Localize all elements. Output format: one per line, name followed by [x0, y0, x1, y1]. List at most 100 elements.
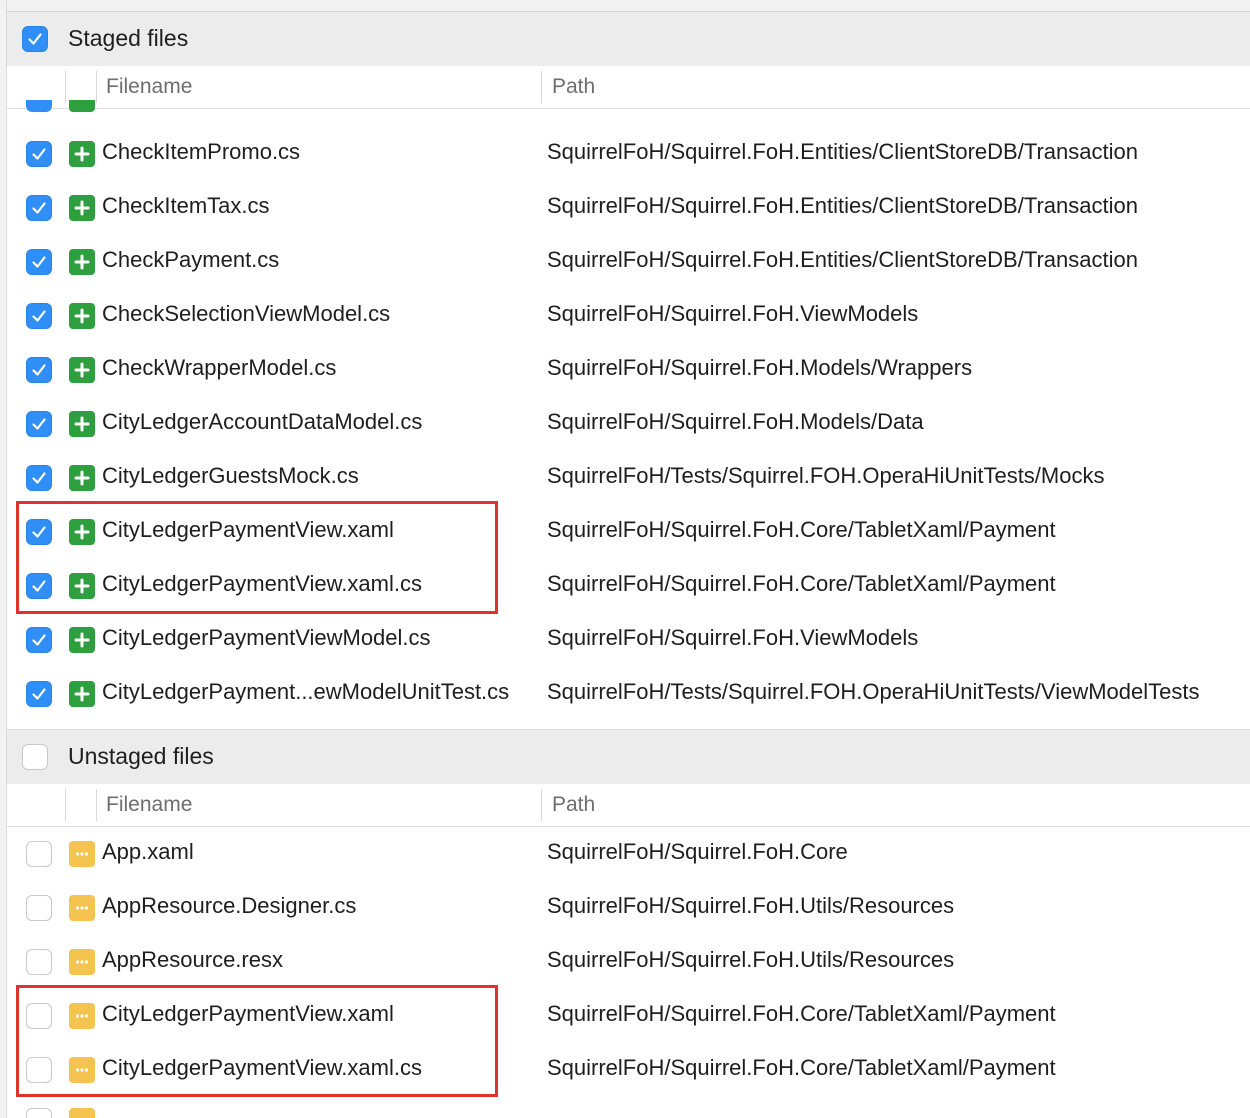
top-strip: [0, 0, 1250, 12]
partial-modified-badge: [69, 1108, 95, 1118]
file-path: SquirrelFoH/Tests/Squirrel.FOH.OperaHiUn…: [547, 679, 1200, 704]
checkmark-icon: [32, 148, 46, 160]
ellipsis-icon: [75, 852, 89, 856]
column-separator: [541, 71, 542, 103]
unstaged-select-all-checkbox[interactable]: [22, 744, 48, 770]
plus-icon: [74, 686, 90, 702]
file-path: SquirrelFoH/Squirrel.FoH.Utils/Resources: [547, 893, 955, 918]
plus-icon: [74, 254, 90, 270]
unstaged-highlight-box: [16, 985, 498, 1097]
added-status-icon: [69, 681, 95, 707]
file-name: CheckItemPromo.cs: [102, 139, 301, 164]
file-path: SquirrelFoH/Squirrel.FoH.Models/Data: [547, 409, 924, 434]
file-name: CheckPayment.cs: [102, 247, 280, 272]
file-path: SquirrelFoH/Squirrel.FoH.Entities/Client…: [547, 193, 1138, 218]
file-checkbox[interactable]: [26, 411, 52, 437]
staged-section-header: Staged files: [7, 12, 1250, 67]
file-path: SquirrelFoH/Squirrel.FoH.ViewModels: [547, 301, 919, 326]
plus-icon: [74, 416, 90, 432]
file-row[interactable]: CheckItemTax.cs SquirrelFoH/Squirrel.FoH.…: [7, 181, 1250, 235]
file-path: SquirrelFoH/Squirrel.FoH.Models/Wrappers: [547, 355, 973, 380]
column-separator: [541, 789, 542, 821]
file-row[interactable]: App.xaml SquirrelFoH/Squirrel.FoH.Core: [7, 827, 1250, 881]
plus-icon: [74, 362, 90, 378]
checkmark-icon: [32, 364, 46, 376]
file-checkbox[interactable]: [26, 841, 52, 867]
unstaged-section-header: Unstaged files: [7, 729, 1250, 785]
file-path: SquirrelFoH/Squirrel.FoH.Core: [547, 839, 848, 864]
staged-path-column-header[interactable]: Path: [552, 75, 595, 99]
file-name: CheckItemTax.cs: [102, 193, 270, 218]
checkmark-icon: [32, 202, 46, 214]
file-path: SquirrelFoH/Squirrel.FoH.Core/TabletXaml…: [547, 1001, 1056, 1026]
file-row[interactable]: CityLedgerPaymentViewModel.cs SquirrelFoH…: [7, 613, 1250, 667]
unstaged-section-title: Unstaged files: [68, 743, 214, 769]
file-path: SquirrelFoH/Squirrel.FoH.Utils/Resources: [547, 947, 955, 972]
checkmark-icon: [32, 472, 46, 484]
plus-icon: [74, 200, 90, 216]
file-name: CityLedgerAccountDataModel.cs: [102, 409, 423, 434]
checkmark-icon: [32, 634, 46, 646]
unstaged-path-column-header[interactable]: Path: [552, 793, 595, 817]
file-row[interactable]: AppResource.resx SquirrelFoH/Squirrel.FoH…: [7, 935, 1250, 989]
staged-partial-row: [7, 100, 1250, 114]
file-row[interactable]: CheckPayment.cs SquirrelFoH/Squirrel.FoH.…: [7, 235, 1250, 289]
partial-added-badge: [69, 100, 95, 112]
unstaged-filename-column-header[interactable]: Filename: [106, 793, 192, 817]
plus-icon: [74, 632, 90, 648]
modified-status-icon: [69, 949, 95, 975]
left-edge: [0, 0, 7, 1118]
file-row[interactable]: CheckSelectionViewModel.cs SquirrelFoH/Sq…: [7, 289, 1250, 343]
file-row[interactable]: CityLedgerGuestsMock.cs SquirrelFoH/Tests…: [7, 451, 1250, 505]
file-name: CityLedgerPaymentViewModel.cs: [102, 625, 431, 650]
file-checkbox[interactable]: [26, 141, 52, 167]
added-status-icon: [69, 465, 95, 491]
staged-filename-column-header[interactable]: Filename: [106, 75, 192, 99]
file-row[interactable]: CityLedgerAccountDataModel.cs SquirrelFoH…: [7, 397, 1250, 451]
file-checkbox[interactable]: [26, 681, 52, 707]
file-checkbox[interactable]: [26, 195, 52, 221]
column-separator: [96, 789, 97, 821]
file-path: SquirrelFoH/Squirrel.FoH.Entities/Client…: [547, 139, 1138, 164]
added-status-icon: [69, 411, 95, 437]
file-name: CheckWrapperModel.cs: [102, 355, 337, 380]
partial-checkbox: [26, 100, 52, 112]
checkmark-icon: [32, 256, 46, 268]
added-status-icon: [69, 627, 95, 653]
checkmark-icon: [28, 33, 42, 45]
modified-status-icon: [69, 895, 95, 921]
checkmark-icon: [32, 310, 46, 322]
plus-icon: [74, 308, 90, 324]
file-checkbox[interactable]: [26, 627, 52, 653]
file-path: SquirrelFoH/Squirrel.FoH.Core/TabletXaml…: [547, 571, 1056, 596]
file-checkbox[interactable]: [26, 465, 52, 491]
unstaged-partial-row: [7, 1106, 1250, 1118]
file-row[interactable]: CheckWrapperModel.cs SquirrelFoH/Squirrel…: [7, 343, 1250, 397]
ellipsis-icon: [75, 906, 89, 910]
column-separator: [96, 71, 97, 103]
file-checkbox[interactable]: [26, 249, 52, 275]
added-status-icon: [69, 357, 95, 383]
file-name: CityLedgerPayment...ewModelUnitTest.cs: [102, 679, 510, 704]
file-checkbox[interactable]: [26, 949, 52, 975]
file-row[interactable]: CheckItemPromo.cs SquirrelFoH/Squirrel.Fo…: [7, 127, 1250, 181]
file-path: SquirrelFoH/Squirrel.FoH.Core/TabletXaml…: [547, 517, 1056, 542]
file-name: CityLedgerGuestsMock.cs: [102, 463, 359, 488]
plus-icon: [74, 470, 90, 486]
staged-select-all-checkbox[interactable]: [22, 26, 48, 52]
ellipsis-icon: [75, 960, 89, 964]
plus-icon: [74, 146, 90, 162]
file-checkbox[interactable]: [26, 357, 52, 383]
partial-checkbox: [26, 1108, 52, 1118]
file-row[interactable]: AppResource.Designer.cs SquirrelFoH/Squir…: [7, 881, 1250, 935]
file-name: AppResource.Designer.cs: [102, 893, 357, 918]
file-name: App.xaml: [102, 839, 194, 864]
column-separator: [65, 71, 66, 103]
file-row[interactable]: CityLedgerPayment...ewModelUnitTest.cs Sq…: [7, 667, 1250, 721]
added-status-icon: [69, 249, 95, 275]
checkmark-icon: [32, 688, 46, 700]
staged-section-title: Staged files: [68, 25, 189, 51]
file-checkbox[interactable]: [26, 895, 52, 921]
column-separator: [65, 789, 66, 821]
file-checkbox[interactable]: [26, 303, 52, 329]
